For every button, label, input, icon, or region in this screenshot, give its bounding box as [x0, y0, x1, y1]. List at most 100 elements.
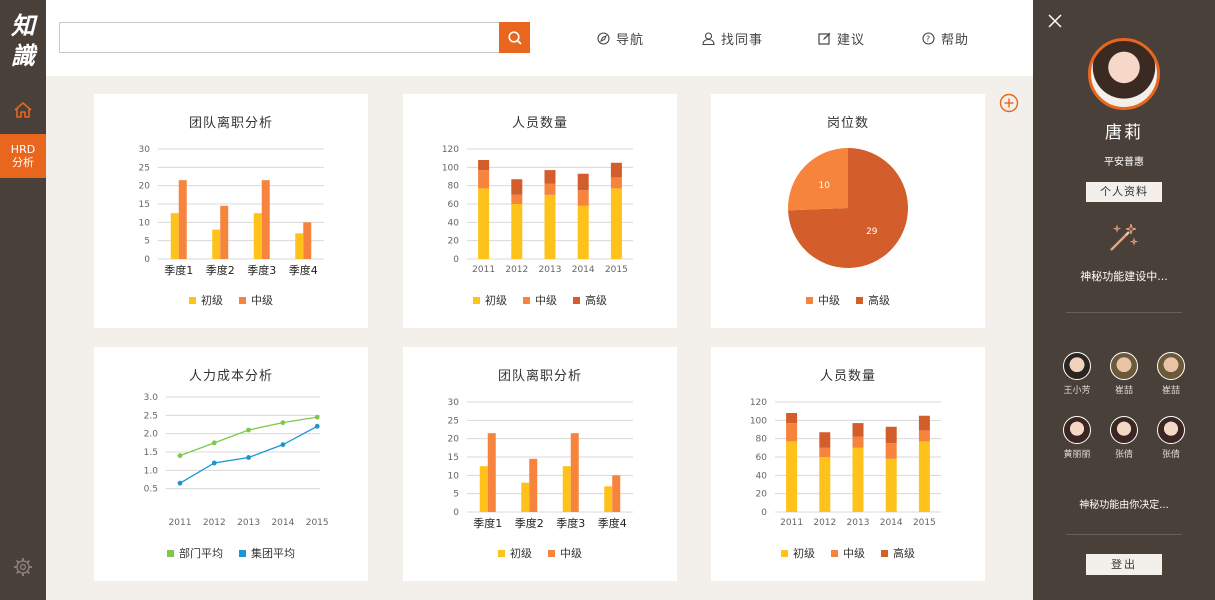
colleague-avatar	[1110, 352, 1138, 380]
bar	[178, 180, 187, 259]
x-tick-label: 2013	[847, 518, 870, 528]
legend-label: 中级	[818, 294, 840, 307]
legend-swatch	[806, 296, 813, 304]
legend-item: 中级	[548, 545, 582, 561]
y-tick-label: 25	[139, 163, 150, 173]
legend-swatch	[573, 296, 580, 304]
legend-swatch	[548, 549, 555, 557]
y-tick-label: 80	[448, 182, 460, 192]
x-tick-label: 季度4	[289, 263, 318, 277]
series-line	[179, 425, 318, 484]
bar-segment	[819, 432, 831, 448]
bar-segment	[610, 188, 622, 259]
legend-swatch	[881, 549, 888, 557]
data-point	[211, 460, 217, 466]
colleague-item[interactable]: 崔喆	[1151, 352, 1191, 396]
y-tick-label: 3.0	[144, 393, 159, 403]
chart-card-headcount[interactable]: 人员数量 0 20 40 60 80 100 120 2011 2012 2013 2014 2015…	[403, 94, 677, 328]
x-tick-label: 2015	[913, 518, 936, 528]
x-tick-label: 季度3	[556, 516, 585, 530]
bar-segment	[786, 441, 798, 512]
bar-segment	[852, 436, 864, 448]
chart-card-turnover[interactable]: 团队离职分析 0 5 10 15 20 25 30 季度1 季度2 季度3 季度4 初级 中级	[94, 94, 368, 328]
bar-segment	[577, 173, 589, 191]
chart-legend: 初级 中级 高级	[403, 292, 677, 308]
app-logo: 知 識	[6, 8, 40, 70]
hrd-analysis-menu-item[interactable]: HRD 分析	[0, 134, 46, 178]
nav-suggestion[interactable]: 建议	[818, 28, 865, 48]
y-tick-label: 40	[756, 471, 768, 481]
legend-swatch	[856, 296, 863, 304]
bar	[479, 466, 488, 512]
y-tick-label: 5	[144, 237, 150, 247]
data-point	[314, 423, 320, 429]
pie-data-label: 29	[866, 227, 878, 237]
chart-card-positions[interactable]: 岗位数 29 10 中级 高级	[711, 94, 985, 328]
bar-segment	[511, 204, 523, 259]
settings-button[interactable]	[12, 556, 34, 578]
colleague-item[interactable]: 崔喆	[1104, 352, 1144, 396]
x-tick-label: 2013	[237, 518, 260, 528]
search-input[interactable]	[59, 22, 500, 53]
bar	[261, 180, 270, 259]
legend-label: 初级	[201, 294, 223, 307]
analysis-label: 分析	[12, 156, 34, 169]
colleague-item[interactable]: 张倩	[1104, 416, 1144, 460]
chart-card-headcount-2[interactable]: 人员数量 0 20 40 60 80 100 120 2011 2012 2013 2014 2015…	[711, 347, 985, 581]
chart-legend: 中级 高级	[711, 292, 985, 308]
close-panel-button[interactable]	[1047, 13, 1063, 29]
legend-label: 部门平均	[179, 547, 223, 560]
profile-button[interactable]: 个人资料	[1086, 182, 1162, 202]
chart-legend: 部门平均 集团平均	[94, 545, 368, 561]
legend-item: 中级	[523, 292, 557, 308]
legend-label: 高级	[585, 294, 607, 307]
home-button[interactable]	[0, 92, 46, 128]
compass-icon	[597, 31, 610, 45]
colleague-item[interactable]: 黄丽丽	[1057, 416, 1097, 460]
legend-label: 初级	[510, 547, 532, 560]
nav-guide[interactable]: 导航	[597, 28, 644, 48]
data-point	[177, 453, 183, 459]
y-tick-label: 1.0	[144, 466, 159, 476]
bar-segment	[511, 194, 523, 204]
nav-help[interactable]: ? 帮助	[922, 28, 969, 48]
colleague-avatar	[1063, 416, 1091, 444]
person-icon	[702, 31, 715, 45]
legend-swatch	[523, 296, 530, 304]
bar-segment	[478, 170, 490, 189]
x-tick-label: 2011	[169, 518, 192, 528]
chart-card-labor-cost[interactable]: 人力成本分析 0.5 1.0 1.5 2.0 2.5 3.0 2011 2012 2013 201…	[94, 347, 368, 581]
add-chart-button[interactable]	[999, 93, 1019, 113]
legend-label: 中级	[535, 294, 557, 307]
nav-find-colleague-label: 找同事	[721, 32, 764, 48]
search-button[interactable]	[499, 22, 530, 53]
nav-find-colleague[interactable]: 找同事	[702, 28, 763, 48]
y-tick-label: 15	[448, 453, 459, 463]
logo-calligraphy: 知 識	[10, 11, 38, 70]
bar	[562, 466, 571, 512]
logout-button[interactable]: 登出	[1086, 554, 1162, 575]
bar	[220, 205, 229, 259]
y-tick-label: 60	[756, 453, 768, 463]
chart-card-turnover-2[interactable]: 团队离职分析 0 5 10 15 20 25 30 季度1 季度2 季度3 季度4 初级 中级	[403, 347, 677, 581]
y-tick-label: 30	[448, 398, 460, 408]
colleague-item[interactable]: 张倩	[1151, 416, 1191, 460]
bar-segment	[610, 162, 622, 178]
legend-swatch	[239, 296, 246, 304]
divider	[1066, 534, 1182, 535]
bar-segment	[918, 441, 930, 512]
y-tick-label: 0	[453, 255, 459, 265]
y-tick-label: 30	[139, 145, 151, 155]
data-point	[246, 427, 252, 433]
user-avatar[interactable]	[1088, 38, 1160, 110]
y-tick-label: 40	[448, 218, 460, 228]
colleague-item[interactable]: 王小芳	[1057, 352, 1097, 396]
bar	[570, 433, 579, 512]
data-point	[177, 480, 183, 486]
x-tick-label: 季度2	[515, 516, 544, 530]
series-line	[179, 416, 318, 457]
y-tick-label: 1.5	[144, 448, 158, 458]
legend-item: 高级	[856, 292, 890, 308]
x-tick-label: 2013	[539, 265, 562, 275]
legend-swatch	[167, 549, 174, 557]
